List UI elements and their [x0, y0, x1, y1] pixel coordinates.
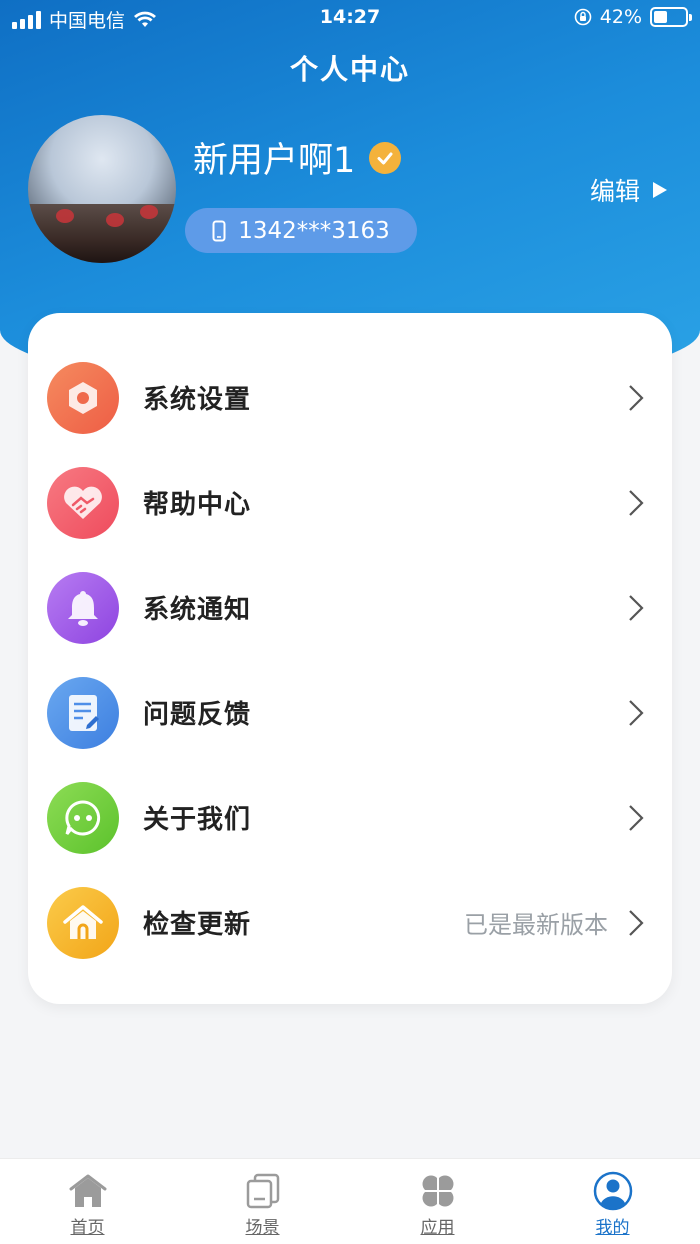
home-tab-icon: [68, 1171, 108, 1211]
tab-label: 首页: [70, 1218, 105, 1238]
battery-percent: 42%: [599, 6, 642, 28]
apps-tab-icon: [418, 1171, 458, 1211]
settings-icon: [47, 361, 119, 434]
chevron-right-icon: [629, 909, 644, 936]
phone-icon: [212, 220, 226, 241]
verified-badge-icon: [369, 141, 402, 174]
handshake-icon: [47, 466, 119, 539]
menu-item-system-notifications[interactable]: 系统通知: [28, 555, 672, 660]
profile-tab-icon: [593, 1171, 633, 1211]
bell-icon: [47, 571, 119, 644]
tab-apps[interactable]: 应用: [350, 1159, 525, 1244]
chevron-right-icon: [629, 594, 644, 621]
chevron-right-icon: [629, 384, 644, 411]
tab-profile[interactable]: 我的: [525, 1159, 700, 1244]
edit-label: 编辑: [589, 177, 640, 206]
menu-label: 系统通知: [143, 595, 252, 625]
chat-icon: [47, 781, 119, 854]
user-name-text: 新用户啊1: [193, 141, 356, 181]
menu-item-system-settings[interactable]: 系统设置: [28, 345, 672, 450]
edit-profile-button[interactable]: 编辑: [590, 172, 668, 208]
menu-label: 帮助中心: [143, 490, 252, 520]
phone-number: 1342***3163: [238, 217, 390, 244]
menu-label: 关于我们: [143, 805, 252, 835]
menu-card: 系统设置 帮助中心 系统通知 问题反馈 关于我们 检查更新 已是最新版本: [28, 313, 672, 1004]
chevron-right-icon: [629, 804, 644, 831]
menu-item-check-update[interactable]: 检查更新 已是最新版本: [28, 870, 672, 975]
rotation-lock-icon: [574, 8, 592, 26]
scene-tab-icon: [243, 1171, 283, 1211]
tab-label: 场景: [245, 1218, 280, 1238]
status-bar: 中国电信 14:27 42%: [0, 0, 700, 36]
avatar[interactable]: [28, 115, 176, 263]
chevron-right-icon: [629, 699, 644, 726]
play-arrow-icon: [653, 182, 667, 198]
menu-item-about-us[interactable]: 关于我们: [28, 765, 672, 870]
menu-item-feedback[interactable]: 问题反馈: [28, 660, 672, 765]
bottom-tab-bar: 首页 场景 应用 我的: [0, 1158, 700, 1244]
tab-label: 我的: [595, 1218, 630, 1238]
user-name: 新用户啊1: [193, 132, 402, 183]
feedback-icon: [47, 676, 119, 749]
tab-label: 应用: [420, 1218, 455, 1238]
version-status: 已是最新版本: [464, 911, 608, 939]
page-title: 个人中心: [289, 53, 410, 86]
menu-label: 系统设置: [143, 385, 252, 415]
tab-home[interactable]: 首页: [0, 1159, 175, 1244]
menu-label: 检查更新: [143, 910, 252, 940]
phone-badge: 1342***3163: [185, 208, 417, 253]
menu-item-help-center[interactable]: 帮助中心: [28, 450, 672, 555]
tab-scene[interactable]: 场景: [175, 1159, 350, 1244]
menu-label: 问题反馈: [143, 700, 252, 730]
home-icon: [47, 886, 119, 959]
chevron-right-icon: [629, 489, 644, 516]
battery-icon: [650, 7, 692, 27]
